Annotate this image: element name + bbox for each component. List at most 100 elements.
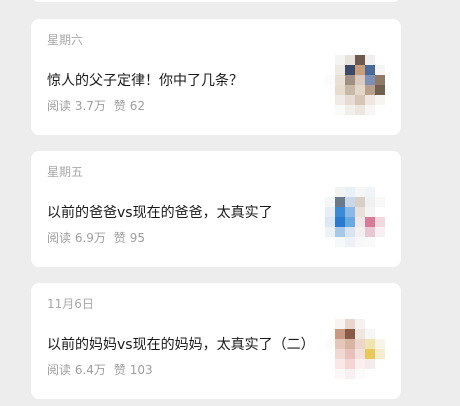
article-card[interactable]: 11月6日 以前的妈妈vs现在的妈妈，太真实了（二） 阅读 6.4万赞 103	[31, 283, 401, 399]
mosaic-pixel	[365, 187, 375, 197]
mosaic-pixel	[325, 197, 335, 207]
mosaic-pixel	[375, 187, 385, 197]
mosaic-pixel	[335, 187, 345, 197]
mosaic-pixel	[335, 65, 345, 75]
mosaic-pixel	[345, 187, 355, 197]
previous-article-card-edge[interactable]	[31, 0, 401, 2]
mosaic-pixel	[365, 237, 375, 247]
mosaic-pixel	[355, 85, 365, 95]
mosaic-pixel	[365, 369, 375, 379]
read-count: 阅读 3.7万	[47, 99, 106, 113]
article-title[interactable]: 以前的妈妈vs现在的妈妈，太真实了（二）	[47, 334, 315, 354]
mosaic-pixel	[325, 349, 335, 359]
mosaic-pixel	[335, 95, 345, 105]
like-count: 赞 103	[113, 363, 153, 377]
article-date: 11月6日	[47, 297, 94, 311]
mosaic-pixel	[355, 349, 365, 359]
mosaic-pixel	[335, 85, 345, 95]
mosaic-pixel	[325, 339, 335, 349]
like-count: 赞 95	[113, 231, 145, 245]
mosaic-pixel	[365, 349, 375, 359]
mosaic-pixel	[345, 105, 355, 115]
mosaic-pixel	[345, 95, 355, 105]
mosaic-pixel	[355, 75, 365, 85]
mosaic-pixel	[335, 197, 345, 207]
mosaic-pixel	[375, 75, 385, 85]
mosaic-pixel	[365, 207, 375, 217]
mosaic-pixel	[345, 369, 355, 379]
mosaic-pixel	[375, 105, 385, 115]
mosaic-pixel	[365, 105, 375, 115]
mosaic-pixel	[355, 95, 365, 105]
mosaic-pixel	[325, 95, 335, 105]
mosaic-pixel	[375, 359, 385, 369]
mosaic-pixel	[355, 227, 365, 237]
mosaic-pixel	[375, 65, 385, 75]
read-count: 阅读 6.9万	[47, 231, 106, 245]
article-date: 星期六	[47, 33, 84, 47]
mosaic-pixel	[365, 197, 375, 207]
mosaic-pixel	[345, 237, 355, 247]
mosaic-pixel	[345, 197, 355, 207]
mosaic-pixel	[335, 319, 345, 329]
mosaic-pixel	[345, 85, 355, 95]
read-count: 阅读 6.4万	[47, 363, 106, 377]
mosaic-pixel	[335, 55, 345, 65]
mosaic-pixel	[375, 197, 385, 207]
mosaic-pixel	[355, 207, 365, 217]
article-card[interactable]: 星期六 惊人的父子定律！你中了几条？ 阅读 3.7万赞 62	[31, 19, 401, 135]
mosaic-pixel	[345, 55, 355, 65]
article-thumbnail[interactable]	[325, 55, 385, 115]
mosaic-pixel	[335, 349, 345, 359]
article-thumbnail[interactable]	[325, 187, 385, 247]
mosaic-pixel	[325, 187, 335, 197]
mosaic-pixel	[325, 329, 335, 339]
mosaic-pixel	[365, 55, 375, 65]
mosaic-pixel	[325, 359, 335, 369]
mosaic-pixel	[365, 339, 375, 349]
mosaic-pixel	[365, 329, 375, 339]
mosaic-pixel	[335, 329, 345, 339]
mosaic-pixel	[345, 349, 355, 359]
mosaic-pixel	[335, 237, 345, 247]
article-stats: 阅读 3.7万赞 62	[47, 97, 145, 114]
mosaic-pixel	[345, 227, 355, 237]
mosaic-pixel	[375, 217, 385, 227]
mosaic-pixel	[355, 55, 365, 65]
mosaic-pixel	[365, 95, 375, 105]
mosaic-pixel	[325, 105, 335, 115]
article-title[interactable]: 惊人的父子定律！你中了几条？	[47, 70, 243, 90]
mosaic-pixel	[335, 359, 345, 369]
mosaic-pixel	[365, 85, 375, 95]
mosaic-pixel	[325, 75, 335, 85]
mosaic-pixel	[335, 227, 345, 237]
mosaic-pixel	[325, 217, 335, 227]
article-thumbnail[interactable]	[325, 319, 385, 379]
mosaic-pixel	[325, 319, 335, 329]
mosaic-pixel	[355, 319, 365, 329]
article-card[interactable]: 星期五 以前的爸爸vs现在的爸爸，太真实了 阅读 6.9万赞 95	[31, 151, 401, 267]
mosaic-pixel	[355, 369, 365, 379]
mosaic-pixel	[355, 359, 365, 369]
mosaic-pixel	[365, 217, 375, 227]
article-stats: 阅读 6.9万赞 95	[47, 229, 145, 246]
mosaic-pixel	[375, 227, 385, 237]
mosaic-pixel	[355, 65, 365, 75]
mosaic-pixel	[375, 85, 385, 95]
mosaic-pixel	[375, 319, 385, 329]
mosaic-pixel	[365, 75, 375, 85]
mosaic-pixel	[325, 85, 335, 95]
mosaic-pixel	[375, 207, 385, 217]
mosaic-pixel	[375, 95, 385, 105]
article-title[interactable]: 以前的爸爸vs现在的爸爸，太真实了	[47, 202, 273, 222]
mosaic-pixel	[375, 369, 385, 379]
mosaic-pixel	[345, 207, 355, 217]
mosaic-pixel	[355, 197, 365, 207]
like-count: 赞 62	[113, 99, 145, 113]
mosaic-pixel	[365, 359, 375, 369]
article-date: 星期五	[47, 165, 84, 179]
article-stats: 阅读 6.4万赞 103	[47, 361, 153, 378]
mosaic-pixel	[345, 75, 355, 85]
mosaic-pixel	[375, 55, 385, 65]
mosaic-pixel	[375, 329, 385, 339]
